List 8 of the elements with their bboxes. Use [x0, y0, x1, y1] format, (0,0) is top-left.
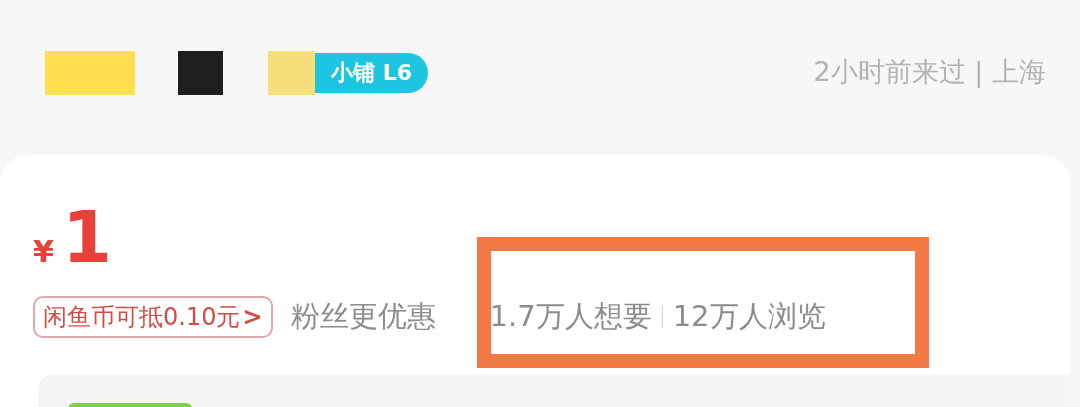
fan-offer-text: 粉丝更优惠: [290, 298, 436, 335]
coupon-chip[interactable]: 闲鱼币可抵0.10元>: [33, 295, 273, 338]
currency-symbol: ¥: [33, 237, 54, 267]
last-visit-text: 2小时前来过 | 上海: [813, 55, 1046, 90]
stat-text: 1.7万人想要: [489, 298, 652, 335]
stat-text: 12万人浏览: [672, 298, 826, 335]
seller-level-badge: 小铺 L6: [315, 52, 428, 93]
price-amount: 1: [61, 201, 112, 273]
